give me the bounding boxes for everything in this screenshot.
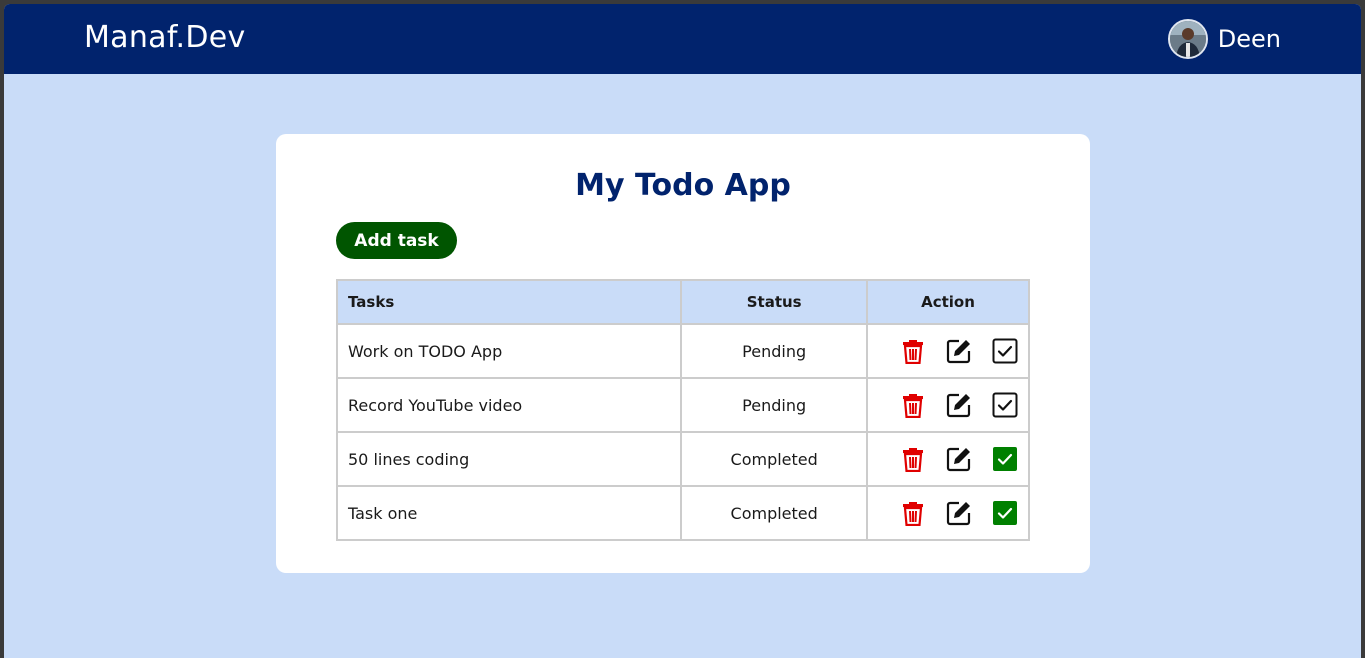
- column-header-tasks: Tasks: [335, 279, 683, 325]
- checkbox-icon[interactable]: [992, 500, 1018, 526]
- edit-icon[interactable]: [946, 446, 972, 472]
- task-actions: [865, 377, 1031, 433]
- task-actions: [865, 431, 1031, 487]
- column-header-action: Action: [865, 279, 1031, 325]
- task-status: Completed: [680, 431, 868, 487]
- checkbox-icon[interactable]: [992, 446, 1018, 472]
- user-name: Deen: [1217, 25, 1281, 53]
- table-row: Work on TODO App Pending: [335, 323, 1031, 379]
- task-actions: [865, 485, 1031, 541]
- table-header-row: Tasks Status Action: [335, 279, 1031, 325]
- tasks-table: Tasks Status Action Work on TODO App Pend…: [335, 279, 1031, 541]
- user-profile[interactable]: Deen: [1167, 19, 1281, 59]
- trash-icon[interactable]: [900, 446, 926, 472]
- add-task-button[interactable]: Add task: [336, 222, 457, 259]
- table-row: 50 lines coding Completed: [335, 431, 1031, 487]
- trash-icon[interactable]: [900, 500, 926, 526]
- avatar[interactable]: [1167, 19, 1208, 59]
- task-status: Pending: [680, 323, 868, 379]
- task-name: Task one: [335, 485, 683, 541]
- task-status: Completed: [680, 485, 868, 541]
- task-actions: [865, 323, 1031, 379]
- brand-logo[interactable]: Manaf.Dev: [84, 20, 246, 55]
- trash-icon[interactable]: [900, 392, 926, 418]
- trash-icon[interactable]: [900, 338, 926, 364]
- task-name: Work on TODO App: [335, 323, 683, 379]
- task-status: Pending: [680, 377, 868, 433]
- todo-card: My Todo App Add task Tasks Status Action…: [276, 134, 1090, 573]
- checkbox-icon[interactable]: [992, 392, 1018, 418]
- task-name: 50 lines coding: [335, 431, 683, 487]
- app-window: Manaf.Dev Deen My Todo App Add task Task…: [4, 4, 1361, 658]
- column-header-status: Status: [680, 279, 868, 325]
- task-name: Record YouTube video: [335, 377, 683, 433]
- edit-icon[interactable]: [946, 500, 972, 526]
- checkbox-icon[interactable]: [992, 338, 1018, 364]
- table-row: Record YouTube video Pending: [335, 377, 1031, 433]
- page-title: My Todo App: [575, 168, 791, 203]
- navbar: Manaf.Dev Deen: [4, 4, 1361, 74]
- table-row: Task one Completed: [335, 485, 1031, 541]
- edit-icon[interactable]: [946, 338, 972, 364]
- edit-icon[interactable]: [946, 392, 972, 418]
